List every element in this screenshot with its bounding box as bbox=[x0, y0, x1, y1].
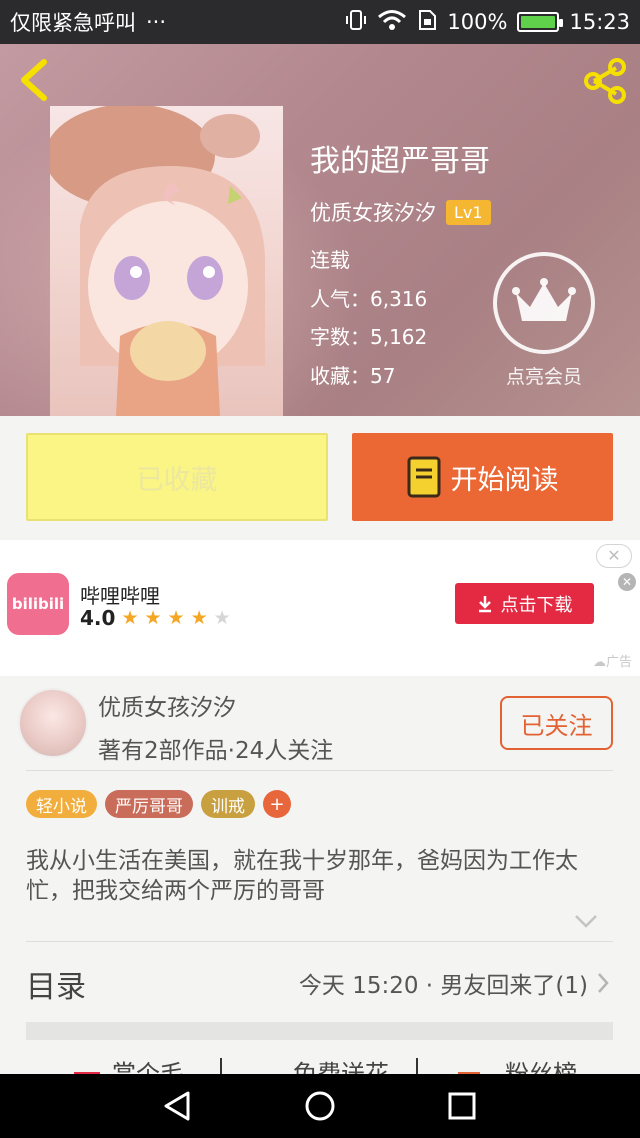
crown-icon bbox=[512, 278, 576, 321]
nav-back-button[interactable] bbox=[160, 1089, 194, 1123]
ad-dismiss-icon[interactable]: ✕ bbox=[618, 573, 636, 591]
clock: 15:23 bbox=[569, 10, 630, 34]
collected-label: 已收藏 bbox=[136, 464, 218, 496]
chevron-left-icon bbox=[21, 59, 47, 101]
battery-percent: 100% bbox=[447, 10, 508, 34]
vip-button[interactable] bbox=[493, 252, 595, 354]
share-button[interactable] bbox=[580, 56, 630, 106]
section-separator bbox=[26, 1022, 613, 1040]
divider bbox=[26, 941, 613, 942]
start-reading-label: 开始阅读 bbox=[450, 464, 559, 496]
tag-item[interactable]: 严厉哥哥 bbox=[105, 790, 193, 818]
star-icon: ★ bbox=[121, 607, 139, 629]
level-badge: Lv1 bbox=[446, 199, 491, 225]
ad-rating: 4.0 ★ ★ ★ ★ ★ bbox=[80, 606, 231, 630]
chevron-right-icon bbox=[598, 973, 609, 993]
status-bar: 仅限紧急呼叫 ··· 100% 15:23 bbox=[0, 0, 640, 44]
catalog-title[interactable]: 目录 bbox=[26, 962, 86, 1006]
ad-tag-label: 广告 bbox=[605, 655, 632, 670]
follow-label: 已关注 bbox=[520, 711, 593, 740]
ad-download-button[interactable]: 点击下载 bbox=[455, 583, 594, 624]
triangle-back-icon bbox=[164, 1091, 190, 1121]
follow-button[interactable]: 已关注 bbox=[500, 696, 613, 750]
download-icon bbox=[478, 595, 491, 612]
battery-icon bbox=[517, 12, 564, 32]
ad-banner[interactable]: ✕ ✕ bilibili 哔哩哔哩 4.0 ★ ★ ★ ★ ★ 点击下载 ☁广告 bbox=[0, 540, 640, 676]
book-author-line: 优质女孩汐汐 Lv1 bbox=[310, 197, 491, 227]
battery-level bbox=[521, 16, 556, 28]
cloud-icon: ☁ bbox=[592, 655, 606, 670]
tab-reward[interactable]: 赏个毛 bbox=[112, 1056, 184, 1074]
circle-home-icon bbox=[305, 1091, 335, 1121]
star-icon: ★ bbox=[190, 607, 208, 629]
ad-tag: ☁广告 bbox=[593, 651, 632, 670]
collected-button[interactable]: 已收藏 bbox=[26, 433, 328, 521]
nav-home-button[interactable] bbox=[303, 1089, 337, 1123]
book-summary: 我从小生活在美国，就在我十岁那年，爸妈因为工作太忙，把我交给两个严厉的哥哥 bbox=[26, 848, 578, 904]
share-icon bbox=[584, 58, 626, 104]
latest-chapter-link[interactable]: 今天 15:20 · 男友回来了(1) bbox=[299, 966, 610, 1000]
carrier-text: 仅限紧急呼叫 bbox=[10, 11, 136, 35]
tag-list: 轻小说 严厉哥哥 训戒 + bbox=[26, 790, 291, 818]
star-icon: ★ bbox=[144, 607, 162, 629]
square-recents-icon bbox=[448, 1092, 476, 1120]
book-author[interactable]: 优质女孩汐汐 bbox=[310, 197, 436, 227]
popularity-count: 人气：6,316 bbox=[310, 287, 428, 311]
tab-send-flowers[interactable]: 免费送花 bbox=[293, 1056, 389, 1074]
chevron-down-icon bbox=[575, 915, 597, 928]
book-title: 我的超严哥哥 bbox=[310, 144, 490, 179]
cover-illustration bbox=[50, 106, 265, 416]
ad-app-name: 哔哩哔哩 bbox=[80, 584, 160, 608]
wifi-icon bbox=[377, 9, 407, 36]
book-cover[interactable] bbox=[50, 106, 283, 416]
bottom-action-tabs: 赏个毛 免费送花 粉丝榜 bbox=[0, 1056, 640, 1074]
ad-download-label: 点击下载 bbox=[500, 594, 573, 616]
star-empty-icon: ★ bbox=[213, 607, 231, 629]
vibrate-icon bbox=[345, 9, 367, 36]
author-avatar[interactable] bbox=[18, 688, 88, 758]
back-button[interactable] bbox=[14, 58, 54, 102]
nav-recents-button[interactable] bbox=[445, 1089, 479, 1123]
start-reading-button[interactable]: 开始阅读 bbox=[352, 433, 613, 521]
ad-rating-value: 4.0 bbox=[80, 606, 116, 630]
tab-separator bbox=[220, 1058, 222, 1074]
star-icon: ★ bbox=[167, 607, 185, 629]
add-tag-button[interactable]: + bbox=[263, 790, 291, 818]
bilibili-logo[interactable]: bilibili bbox=[7, 573, 69, 635]
author-name[interactable]: 优质女孩汐汐 bbox=[98, 688, 236, 722]
expand-summary-button[interactable] bbox=[574, 912, 598, 930]
tag-item[interactable]: 轻小说 bbox=[26, 790, 97, 818]
serial-status: 连载 bbox=[310, 248, 350, 272]
tag-item[interactable]: 训戒 bbox=[201, 790, 255, 818]
tab-separator bbox=[416, 1058, 418, 1074]
author-stats: 著有2部作品·24人关注 bbox=[98, 738, 334, 764]
system-nav-bar bbox=[0, 1074, 640, 1138]
divider bbox=[26, 770, 613, 771]
sim-icon bbox=[417, 9, 437, 36]
ad-close-button[interactable]: ✕ bbox=[596, 544, 632, 568]
tab-fan-ranking[interactable]: 粉丝榜 bbox=[505, 1056, 577, 1074]
book-hero: 我的超严哥哥 优质女孩汐汐 Lv1 连载 人气：6,316 字数：5,162 收… bbox=[0, 44, 640, 416]
more-dots: ··· bbox=[146, 10, 167, 34]
vip-label: 点亮会员 bbox=[505, 366, 582, 388]
favorites-count: 收藏：57 bbox=[310, 364, 396, 388]
latest-chapter-text: 今天 15:20 · 男友回来了(1) bbox=[298, 973, 588, 999]
book-icon bbox=[407, 456, 440, 498]
word-count: 字数：5,162 bbox=[310, 325, 428, 349]
